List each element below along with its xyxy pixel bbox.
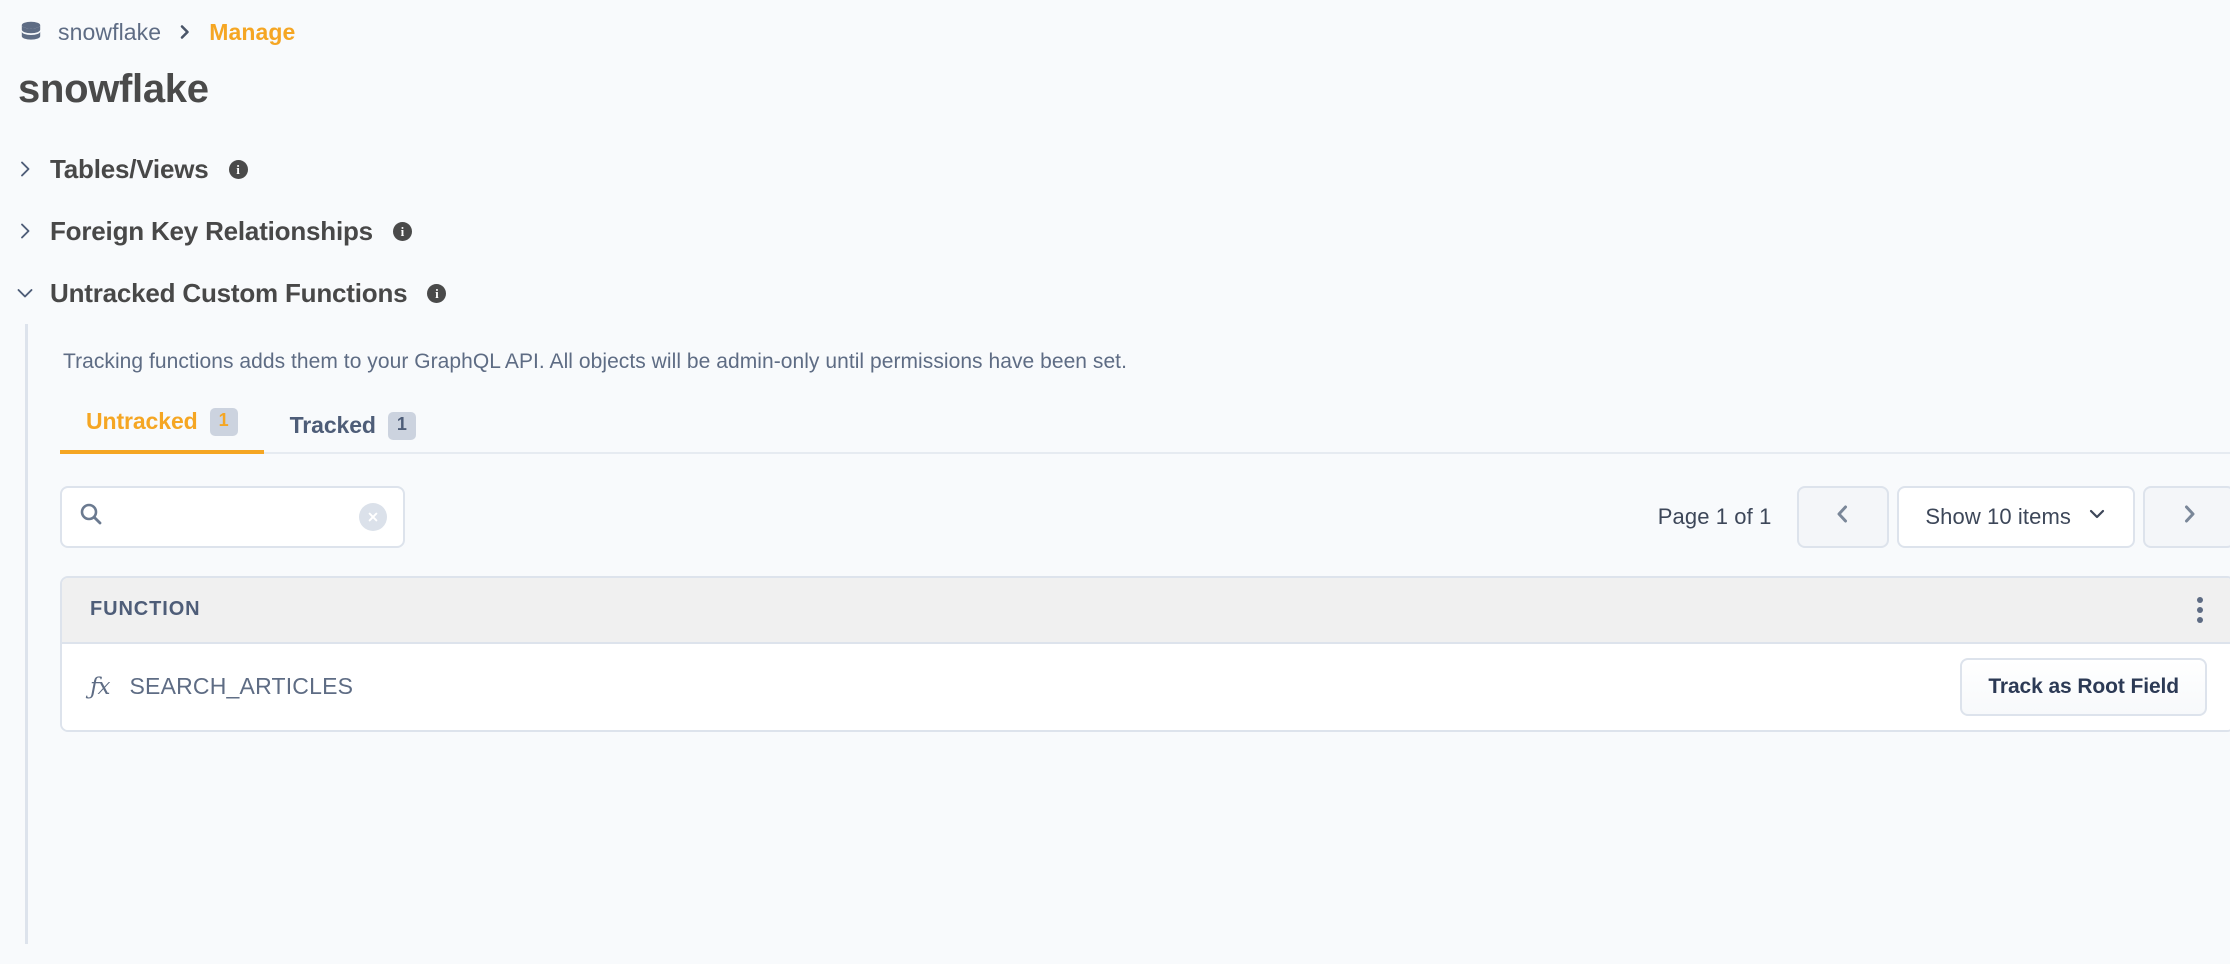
untracked-custom-functions-panel: Tracking functions adds them to your Gra… [25,324,2230,944]
chevron-right-icon [14,158,36,180]
section-header-untracked-custom-functions[interactable]: Untracked Custom Functions i [0,262,2230,324]
tab-bar: Untracked 1 Tracked 1 [60,402,2230,454]
manage-database-page: snowflake Manage snowflake Tables/Views … [0,0,2230,964]
function-fx-icon: ƒx [90,673,111,700]
chevron-right-icon [177,24,193,40]
section-label: Untracked Custom Functions [50,277,408,308]
breadcrumb: snowflake Manage [0,0,2230,46]
tab-label: Tracked [289,412,376,439]
search-input[interactable] [118,503,333,530]
next-page-button[interactable] [2143,485,2230,548]
pagination: Page 1 of 1 Show 10 items [1657,485,2230,548]
section-list: Tables/Views i Foreign Key Relationships… [0,138,2230,944]
section-label: Tables/Views [50,153,209,184]
info-icon[interactable]: i [427,283,447,303]
chevron-left-icon [1832,503,1854,530]
section-header-tables-views[interactable]: Tables/Views i [0,138,2230,200]
chevron-right-icon [14,220,36,242]
search-icon [78,501,104,532]
info-icon[interactable]: i [392,221,412,241]
column-header-function: FUNCTION [90,598,201,621]
section-header-foreign-key-relationships[interactable]: Foreign Key Relationships i [0,200,2230,262]
function-cell: ƒx SEARCH_ARTICLES [90,673,353,700]
search-box[interactable] [60,485,405,548]
function-name: SEARCH_ARTICLES [129,673,354,700]
tab-untracked[interactable]: Untracked 1 [60,402,264,454]
tab-tracked[interactable]: Tracked 1 [264,406,442,454]
close-circle-icon[interactable] [359,502,387,531]
table-toolbar: Page 1 of 1 Show 10 items [60,485,2230,548]
panel-description: Tracking functions adds them to your Gra… [63,350,1127,373]
tab-badge: 1 [387,412,416,440]
chevron-right-icon [2178,503,2200,530]
tab-badge: 1 [209,408,238,436]
section-label: Foreign Key Relationships [50,215,373,246]
functions-table: FUNCTION ƒx SEARCH_ARTICLES Track as Roo… [60,575,2230,732]
table-header-row: FUNCTION [62,577,2230,644]
page-size-label: Show 10 items [1925,503,2071,529]
tab-label: Untracked [86,408,198,435]
breadcrumb-database-label[interactable]: snowflake [58,19,161,46]
info-icon[interactable]: i [228,159,248,179]
track-as-root-field-button[interactable]: Track as Root Field [1960,657,2207,716]
page-size-select[interactable]: Show 10 items [1897,485,2135,548]
chevron-down-icon [2087,504,2107,529]
page-title: snowflake [18,67,209,111]
table-row: ƒx SEARCH_ARTICLES Track as Root Field [62,643,2230,730]
page-indicator: Page 1 of 1 [1657,503,1772,529]
kebab-menu-icon[interactable] [2193,593,2207,627]
breadcrumb-current[interactable]: Manage [209,19,295,46]
chevron-down-icon [14,282,36,304]
prev-page-button[interactable] [1797,485,1890,548]
database-icon [18,19,44,45]
